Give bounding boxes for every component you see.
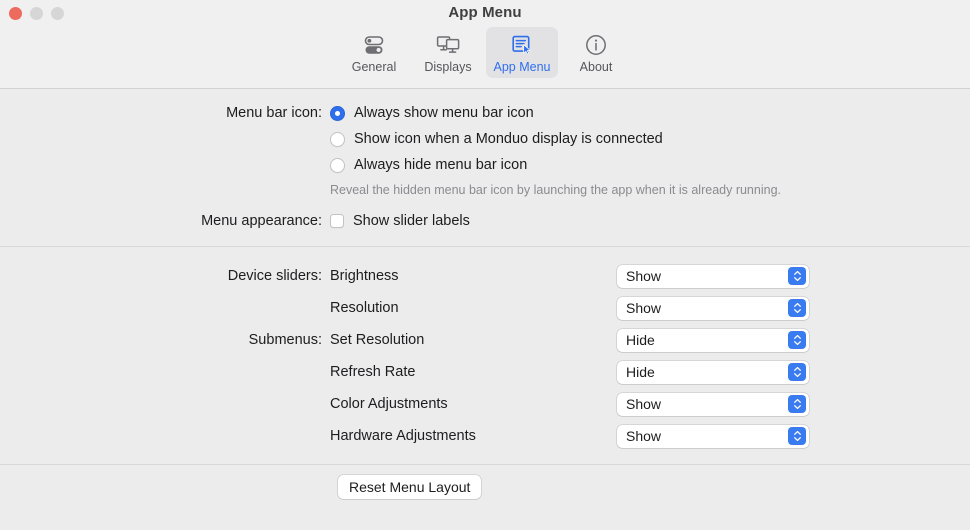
- radio-option-show-when-connected[interactable]: Show icon when a Monduo display is conne…: [330, 131, 970, 147]
- color-adjustments-name: Color Adjustments: [330, 396, 448, 412]
- row-menu-bar-icon-hint: Reveal the hidden menu bar icon by launc…: [0, 180, 970, 200]
- row-resolution: Resolution Show: [0, 292, 970, 324]
- set-resolution-stepper-icon[interactable]: [788, 331, 806, 349]
- row-menu-bar-icon-option-1: Show icon when a Monduo display is conne…: [0, 126, 970, 152]
- color-adjustments-select-value: Show: [626, 396, 662, 412]
- set-resolution-name: Set Resolution: [330, 332, 425, 348]
- brightness-select-value: Show: [626, 268, 662, 284]
- preferences-window: App Menu General Displays App Menu About…: [0, 0, 970, 530]
- displays-icon: [435, 31, 461, 58]
- hardware-adjustments-stepper-icon[interactable]: [788, 427, 806, 445]
- row-color-adjustments: Color Adjustments Show: [0, 388, 970, 420]
- set-resolution-select[interactable]: Hide: [617, 328, 809, 352]
- resolution-select-value: Show: [626, 300, 662, 316]
- row-hardware-adjustments: Hardware Adjustments Show: [0, 420, 970, 452]
- resolution-name: Resolution: [330, 300, 399, 316]
- row-set-resolution: Submenus: Set Resolution Hide: [0, 324, 970, 356]
- row-brightness: Device sliders: Brightness Show: [0, 260, 970, 292]
- section-device-sliders: Device sliders: Brightness Show Resoluti…: [0, 246, 970, 464]
- refresh-rate-stepper-icon[interactable]: [788, 363, 806, 381]
- radio-show-when-connected-label: Show icon when a Monduo display is conne…: [354, 131, 663, 147]
- checkbox-show-slider-labels-wrap[interactable]: Show slider labels: [330, 213, 970, 229]
- row-refresh-rate: Refresh Rate Hide: [0, 356, 970, 388]
- tab-about[interactable]: About: [560, 27, 632, 78]
- refresh-rate-field: Refresh Rate Hide: [330, 360, 970, 384]
- refresh-rate-name: Refresh Rate: [330, 364, 416, 380]
- resolution-select[interactable]: Show: [617, 296, 809, 320]
- menu-bar-icon-label: Menu bar icon:: [226, 105, 322, 121]
- checkbox-show-slider-labels-label: Show slider labels: [353, 213, 470, 229]
- color-adjustments-stepper-icon[interactable]: [788, 395, 806, 413]
- radio-always-hide-icon[interactable]: [330, 157, 345, 173]
- info-icon: [583, 31, 609, 58]
- tab-displays-label: Displays: [424, 60, 472, 74]
- section-menu-bar-icon: Menu bar icon: Always show menu bar icon…: [0, 89, 970, 246]
- preferences-content: Menu bar icon: Always show menu bar icon…: [0, 89, 970, 530]
- tab-about-label: About: [579, 60, 613, 74]
- toolbar: General Displays App Menu About: [0, 27, 970, 78]
- reset-menu-layout-button[interactable]: Reset Menu Layout: [338, 475, 482, 499]
- checkbox-show-slider-labels[interactable]: [330, 214, 344, 228]
- tab-general-label: General: [351, 60, 397, 74]
- hardware-adjustments-select[interactable]: Show: [617, 424, 809, 448]
- app-menu-icon: [509, 31, 535, 58]
- menu-appearance-label: Menu appearance:: [201, 213, 322, 229]
- tab-app-menu[interactable]: App Menu: [486, 27, 558, 78]
- title-bar: App Menu General Displays App Menu About: [0, 0, 970, 89]
- toggles-icon: [361, 31, 387, 58]
- resolution-field: Resolution Show: [330, 296, 970, 320]
- refresh-rate-select[interactable]: Hide: [617, 360, 809, 384]
- color-adjustments-field: Color Adjustments Show: [330, 392, 970, 416]
- menu-bar-icon-hint-wrap: Reveal the hidden menu bar icon by launc…: [330, 183, 970, 197]
- submenus-label: Submenus:: [248, 332, 322, 348]
- brightness-stepper-icon[interactable]: [788, 267, 806, 285]
- row-menu-bar-icon-option-2: Always hide menu bar icon: [0, 152, 970, 178]
- tab-displays[interactable]: Displays: [412, 27, 484, 78]
- row-menu-appearance: Menu appearance: Show slider labels: [0, 206, 970, 236]
- set-resolution-field: Set Resolution Hide: [330, 328, 970, 352]
- tab-app-menu-label: App Menu: [493, 60, 551, 74]
- footer: Reset Menu Layout: [0, 465, 970, 499]
- hardware-adjustments-field: Hardware Adjustments Show: [330, 424, 970, 448]
- brightness-name: Brightness: [330, 268, 399, 284]
- radio-option-always-show[interactable]: Always show menu bar icon: [330, 105, 970, 121]
- radio-always-hide-label: Always hide menu bar icon: [354, 157, 528, 173]
- tab-general[interactable]: General: [338, 27, 410, 78]
- refresh-rate-select-value: Hide: [626, 364, 655, 380]
- radio-always-show-icon[interactable]: [330, 105, 345, 121]
- brightness-select[interactable]: Show: [617, 264, 809, 288]
- radio-show-when-connected[interactable]: [330, 131, 345, 147]
- hardware-adjustments-select-value: Show: [626, 428, 662, 444]
- row-menu-bar-icon-option-0: Menu bar icon: Always show menu bar icon: [0, 100, 970, 126]
- color-adjustments-select[interactable]: Show: [617, 392, 809, 416]
- radio-always-show-label: Always show menu bar icon: [354, 105, 534, 121]
- menu-bar-icon-hint: Reveal the hidden menu bar icon by launc…: [330, 183, 781, 197]
- set-resolution-select-value: Hide: [626, 332, 655, 348]
- hardware-adjustments-name: Hardware Adjustments: [330, 428, 476, 444]
- device-sliders-label: Device sliders:: [227, 268, 322, 284]
- brightness-field: Brightness Show: [330, 264, 970, 288]
- radio-option-always-hide[interactable]: Always hide menu bar icon: [330, 157, 970, 173]
- resolution-stepper-icon[interactable]: [788, 299, 806, 317]
- section-footer: Reset Menu Layout: [0, 464, 970, 499]
- window-title: App Menu: [448, 4, 522, 21]
